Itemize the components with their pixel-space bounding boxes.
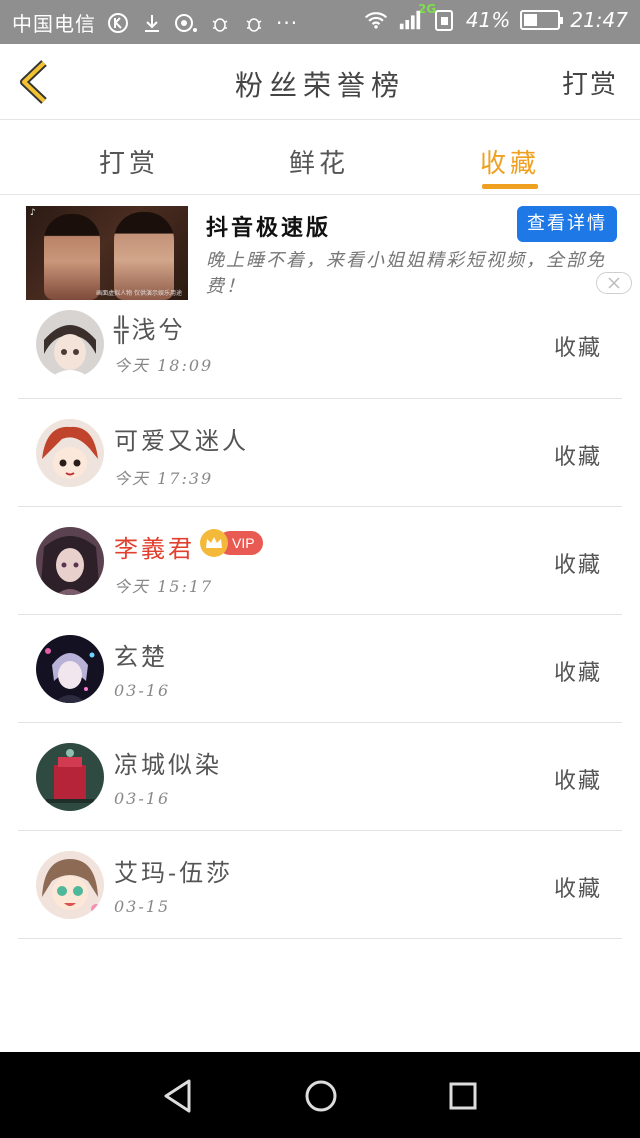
avatar[interactable] (36, 527, 104, 595)
app-header: 粉丝荣誉榜 打赏 (0, 44, 640, 120)
k-circle-icon (106, 11, 130, 35)
system-nav-bar (0, 1052, 640, 1138)
username: 凉城似染 (114, 751, 222, 779)
more-notifications: ··· (276, 10, 299, 35)
tab-flowers[interactable]: 鲜花 (274, 143, 364, 180)
avatar[interactable] (36, 310, 104, 378)
ad-banner[interactable]: ♪ 画面虚拟人物 仅供演示娱乐用途 抖音极速版 查看详情 晚上睡不着，来看小姐姐… (0, 196, 640, 302)
timestamp: 今天 17:39 (114, 469, 214, 488)
list-item[interactable]: 玄楚 03-16 收藏 (18, 615, 622, 723)
username: 艾玛-伍莎 (114, 859, 234, 887)
username: 李義君 (114, 535, 195, 563)
tab-reward[interactable]: 打赏 (84, 143, 174, 180)
action-label: 收藏 (553, 661, 602, 686)
nav-back-button[interactable] (158, 1076, 198, 1116)
page-title: 粉丝荣誉榜 (234, 69, 405, 102)
username: ╬浅兮 (114, 316, 186, 344)
ad-description: 晚上睡不着，来看小姐姐精彩短视频，全部免费！ (206, 250, 606, 297)
avatar[interactable] (36, 851, 104, 919)
timestamp: 今天 15:17 (114, 577, 214, 596)
action-label: 收藏 (553, 553, 602, 578)
tab-favorites[interactable]: 收藏 (465, 143, 555, 180)
signal-icon (398, 8, 422, 32)
timestamp: 03-15 (114, 897, 171, 916)
hotspot-icon (174, 11, 198, 35)
bug-icon (208, 11, 232, 35)
circle-home-icon (305, 1080, 337, 1112)
battery-icon (520, 10, 564, 30)
bug-icon (242, 11, 266, 35)
tab-bar: 打赏 鲜花 收藏 (0, 121, 640, 195)
action-label: 收藏 (553, 336, 602, 361)
ad-details-button[interactable]: 查看详情 (517, 206, 617, 242)
reward-button[interactable]: 打赏 (562, 64, 618, 101)
username: 可爱又迷人 (114, 427, 249, 455)
triangle-back-icon (164, 1079, 191, 1113)
vip-badge: VIP (200, 529, 263, 557)
avatar[interactable] (36, 743, 104, 811)
ad-image-caption: 画面虚拟人物 仅供演示娱乐用途 (96, 290, 182, 297)
download-icon (140, 11, 164, 35)
nav-recent-button[interactable] (443, 1076, 483, 1116)
list-item[interactable]: 艾玛-伍莎 03-15 收藏 (18, 831, 622, 939)
ad-close-button[interactable] (596, 272, 632, 294)
close-icon (608, 277, 620, 289)
action-label: 收藏 (553, 445, 602, 470)
status-bar: 中国电信 ··· 2G 41% 21:47 (0, 0, 640, 44)
action-label: 收藏 (553, 769, 602, 794)
list-item[interactable]: 可爱又迷人 今天 17:39 收藏 (18, 399, 622, 507)
tab-active-indicator (482, 184, 538, 189)
sim-icon (432, 8, 456, 32)
list-item[interactable]: ╬浅兮 今天 18:09 收藏 (18, 300, 622, 399)
avatar[interactable] (36, 419, 104, 487)
timestamp: 03-16 (114, 789, 171, 808)
action-label: 收藏 (553, 877, 602, 902)
crown-icon (200, 529, 228, 557)
wifi-icon (364, 8, 388, 32)
timestamp: 03-16 (114, 681, 171, 700)
clock: 21:47 (570, 8, 628, 32)
avatar[interactable] (36, 635, 104, 703)
username: 玄楚 (114, 643, 168, 671)
timestamp: 今天 18:09 (114, 356, 214, 375)
ad-image[interactable]: ♪ 画面虚拟人物 仅供演示娱乐用途 (26, 206, 188, 300)
battery-percent: 41% (465, 8, 511, 32)
list-item[interactable]: 李義君 VIP 今天 15:17 收藏 (18, 507, 622, 615)
carrier-label: 中国电信 (12, 12, 96, 36)
nav-home-button[interactable] (301, 1076, 341, 1116)
tiktok-logo-icon: ♪ (30, 208, 36, 218)
ad-title: 抖音极速版 (206, 215, 332, 241)
list-item[interactable]: 凉城似染 03-16 收藏 (18, 723, 622, 831)
square-recent-icon (449, 1082, 477, 1110)
